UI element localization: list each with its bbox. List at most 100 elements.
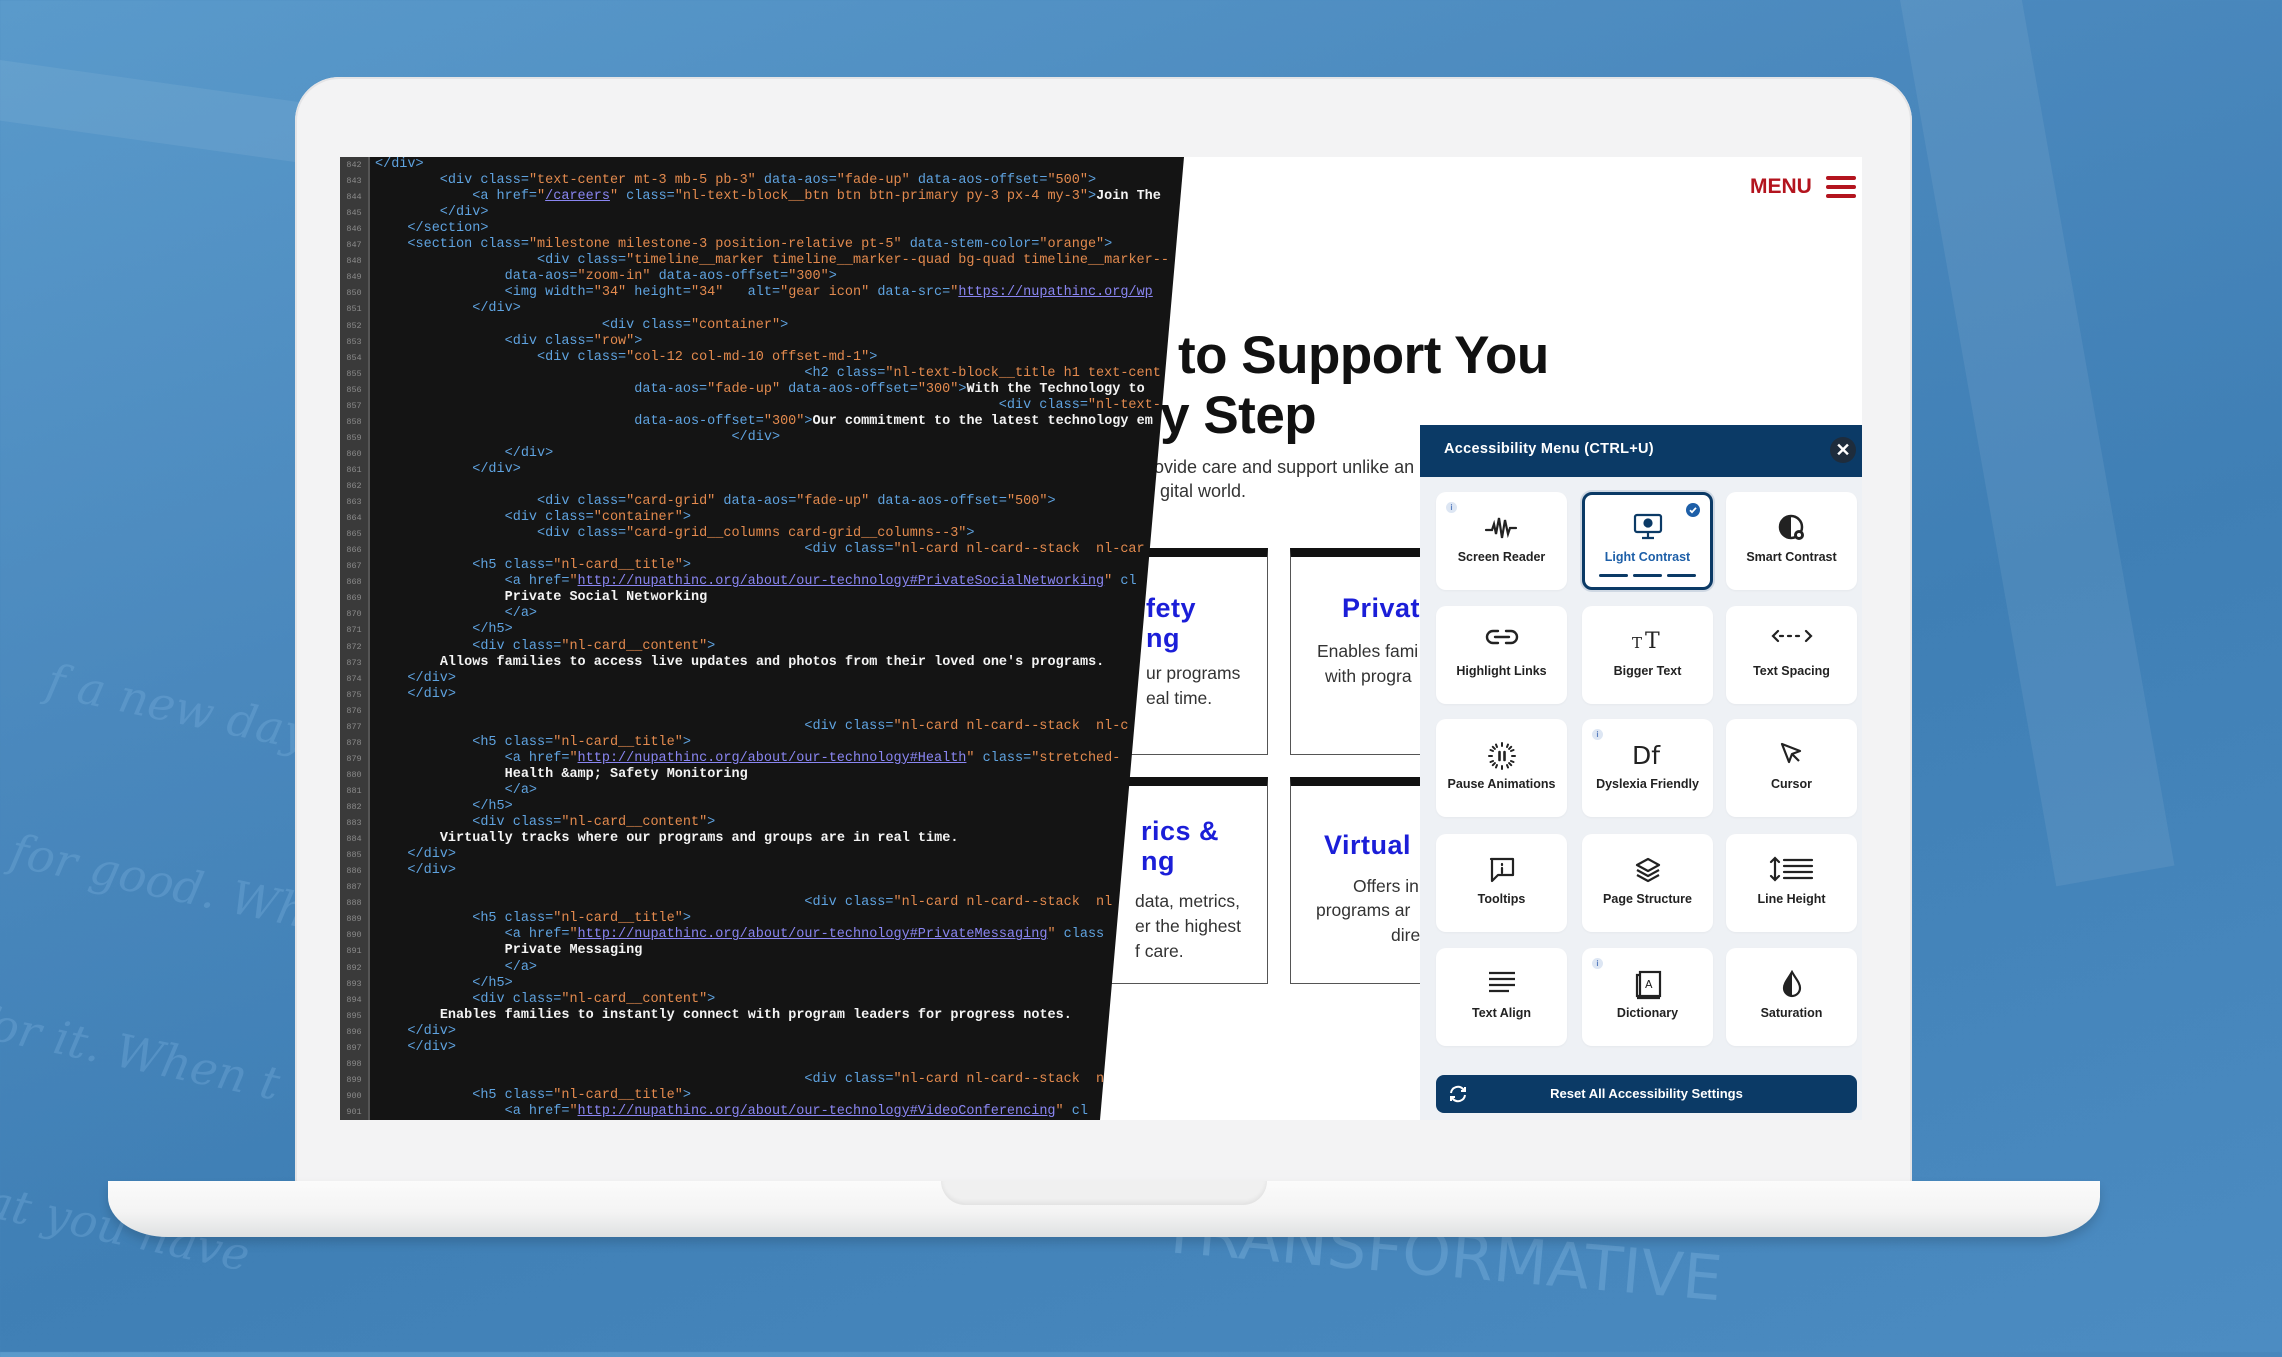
tile-label: Tooltips	[1477, 892, 1526, 906]
code-token: "nl-card__content"	[561, 638, 708, 654]
line-number: 852	[346, 320, 362, 331]
tile-tooltips[interactable]: Tooltips	[1436, 834, 1567, 932]
tile-page-structure[interactable]: Page Structure	[1582, 834, 1713, 932]
code-token: live	[650, 654, 683, 670]
code-token: instantly	[601, 1007, 675, 1023]
code-token: </h5>	[375, 622, 513, 638]
code-link[interactable]: http://nupathinc.org/about/our-technolog…	[578, 1104, 1056, 1119]
code-token: connect	[682, 1007, 740, 1023]
line-number: 870	[346, 609, 362, 620]
code-token: <div class=	[375, 494, 627, 510]
code-line: <div class="card-grid" data-aos="fade-up…	[375, 494, 1056, 509]
line-number: 853	[346, 336, 362, 347]
code-token: programs	[658, 831, 724, 847]
code-link[interactable]: https://nupathinc.org/wp	[958, 285, 1152, 300]
code-line: <h5 class="nl-card__title">	[375, 1088, 691, 1103]
line-number: 880	[346, 769, 362, 780]
tile-saturation[interactable]: Saturation	[1726, 948, 1857, 1046]
code-line: Enables families to instantly connect wi…	[375, 1008, 1072, 1023]
code-token: <div class=	[375, 638, 562, 654]
code-token: data-aos-offset=	[909, 173, 1048, 189]
code-link[interactable]: http://nupathinc.org/about/our-technolog…	[578, 574, 1105, 589]
tile-screen-reader[interactable]: i Screen Reader	[1436, 492, 1567, 590]
info-icon[interactable]: i	[1592, 958, 1603, 969]
line-number: 847	[346, 240, 362, 251]
code-token: >	[1087, 189, 1097, 205]
code-token: <h5 class=	[375, 734, 554, 750]
tile-text-align[interactable]: Text Align	[1436, 948, 1567, 1046]
code-token: tracks	[520, 831, 570, 847]
tile-smart-contrast[interactable]: Smart Contrast	[1726, 492, 1857, 590]
code-token: Monitoring	[666, 766, 748, 782]
code-line: </div>	[375, 863, 456, 878]
code-token: </div>	[375, 686, 457, 702]
tile-light-contrast[interactable]: Light Contrast	[1582, 492, 1713, 590]
card-body: f care.	[1135, 941, 1184, 961]
card-title: Privat	[1342, 593, 1421, 623]
line-number: 885	[346, 850, 362, 861]
tile-pause-animations[interactable]: Pause Animations	[1436, 719, 1567, 817]
line-number: 900	[346, 1090, 362, 1101]
layers-icon	[1582, 856, 1713, 884]
code-token: "300"	[917, 381, 959, 397]
tile-dyslexia-friendly[interactable]: i Df Dyslexia Friendly	[1582, 719, 1713, 817]
line-number: 875	[346, 689, 362, 700]
tile-bigger-text[interactable]: T T Bigger Text	[1582, 606, 1713, 704]
code-token: "	[537, 189, 546, 205]
code-editor[interactable]: 842 843 844 845 846 847 848 849 850 851 852 853 854 8…	[340, 157, 1184, 1120]
code-token: and	[755, 654, 781, 670]
line-number: 855	[346, 368, 362, 379]
card-title: ng	[1141, 846, 1175, 876]
code-token: for	[917, 1007, 943, 1023]
align-lines-icon	[1436, 970, 1567, 998]
pause-spinner-icon	[1436, 741, 1567, 770]
tile-text-spacing[interactable]: Text Spacing	[1726, 606, 1857, 704]
code-token: "	[1055, 1103, 1064, 1119]
df-letters-icon: Df	[1582, 741, 1713, 769]
code-link[interactable]: http://nupathinc.org/about/our-technolog…	[578, 751, 967, 766]
info-icon[interactable]: i	[1446, 502, 1457, 513]
code-token: <h5 class=	[375, 1087, 554, 1103]
code-token: <div class=	[375, 333, 594, 349]
code-line: Allows families to access live updates a…	[375, 655, 1104, 670]
code-token: the	[958, 413, 983, 429]
code-line: </a>	[375, 606, 537, 621]
tile-line-height[interactable]: Line Height	[1726, 834, 1857, 932]
code-token: "container"	[690, 317, 781, 333]
tile-highlight-links[interactable]: Highlight Links	[1436, 606, 1567, 704]
tooltip-icon	[1436, 856, 1567, 884]
line-number: 848	[346, 256, 362, 267]
code-link[interactable]: /careers	[545, 189, 610, 204]
code-line: Health &amp; Safety Monitoring	[375, 767, 748, 782]
code-line: </div>	[375, 205, 489, 220]
code-token: <h5 class=	[375, 911, 554, 927]
reset-accessibility-button[interactable]: Reset All Accessibility Settings	[1436, 1075, 1857, 1113]
code-token: Health	[504, 766, 554, 782]
tile-dictionary[interactable]: i A Dictionary	[1582, 948, 1713, 1046]
card-body: ur programs	[1146, 663, 1241, 683]
info-icon[interactable]: i	[1592, 729, 1603, 740]
code-line: <div class="container">	[375, 510, 691, 525]
code-token: "nl-card__title"	[553, 558, 683, 574]
line-number: 846	[346, 224, 362, 235]
close-icon[interactable]: ✕	[1830, 437, 1856, 463]
code-token: >	[634, 333, 643, 349]
code-link[interactable]: http://nupathinc.org/about/our-technolog…	[578, 927, 1048, 942]
line-number: 869	[346, 593, 362, 604]
code-token: >	[682, 510, 691, 526]
tile-cursor[interactable]: Cursor	[1726, 719, 1857, 817]
code-token: "fade-up"	[796, 494, 870, 510]
menu-button[interactable]: MENU	[1750, 175, 1856, 199]
tile-label: Highlight Links	[1456, 664, 1547, 678]
code-token: where	[577, 831, 619, 847]
